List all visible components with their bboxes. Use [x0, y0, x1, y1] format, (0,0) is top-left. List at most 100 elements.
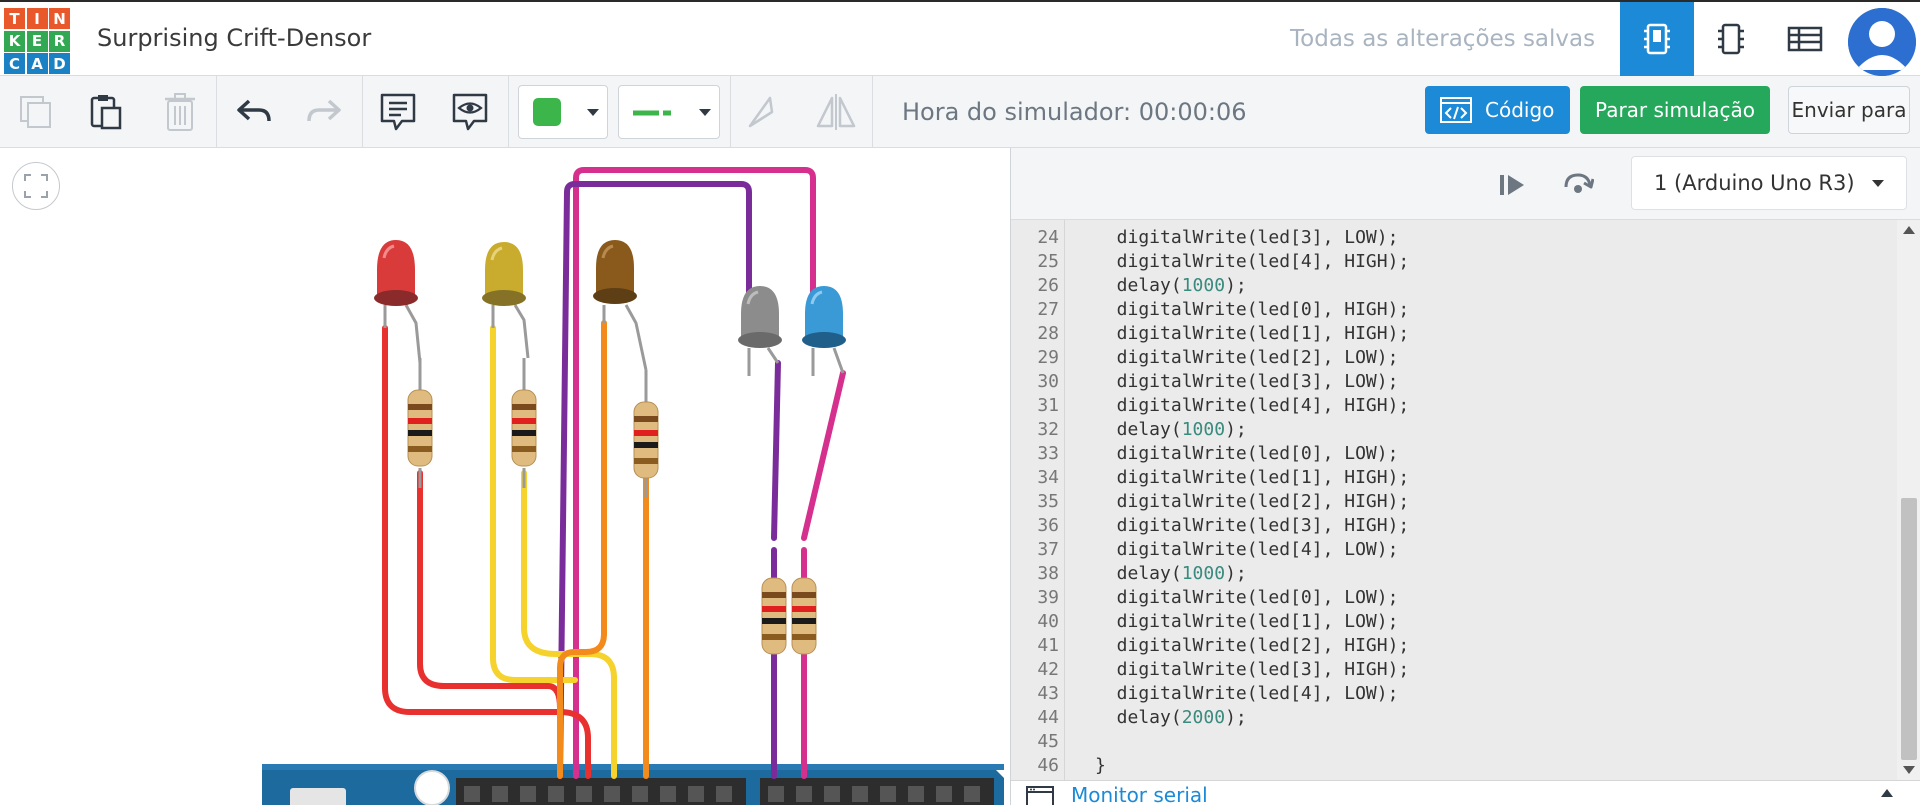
code-line[interactable]: 38 delay(1000);: [1011, 562, 1897, 586]
led-brown[interactable]: [593, 240, 637, 304]
redo-icon: [307, 99, 341, 122]
stop-simulation-button[interactable]: Parar simulação: [1580, 86, 1770, 134]
code-line[interactable]: 41 digitalWrite(led[2], HIGH);: [1011, 634, 1897, 658]
resistor-4[interactable]: [761, 577, 787, 655]
code-line[interactable]: 32 delay(1000);: [1011, 418, 1897, 442]
code-line[interactable]: 31 digitalWrite(led[4], HIGH);: [1011, 394, 1897, 418]
code-text: digitalWrite(led[3], HIGH);: [1095, 515, 1410, 536]
send-to-button[interactable]: Enviar para: [1788, 86, 1910, 134]
resistor-3[interactable]: [633, 401, 659, 479]
code-text: delay(1000);: [1095, 419, 1247, 440]
led-yellow[interactable]: [482, 242, 526, 306]
component-list-button[interactable]: [1768, 2, 1842, 76]
serial-monitor-bar[interactable]: Monitor serial: [1011, 780, 1920, 805]
delete-button[interactable]: [156, 88, 204, 136]
circuit-view-button[interactable]: [1620, 2, 1694, 76]
redo-button[interactable]: [300, 88, 348, 136]
code-editor[interactable]: 24 digitalWrite(led[3], LOW); 25 digitalW…: [1011, 220, 1897, 780]
code-text: digitalWrite(led[1], LOW);: [1095, 611, 1399, 632]
code-text: digitalWrite(led[4], LOW);: [1095, 683, 1399, 704]
code-line[interactable]: 35 digitalWrite(led[2], HIGH);: [1011, 490, 1897, 514]
code-line[interactable]: 26 delay(1000);: [1011, 274, 1897, 298]
code-line[interactable]: 42 digitalWrite(led[3], HIGH);: [1011, 658, 1897, 682]
number-literal: 1000: [1181, 275, 1226, 296]
mirror-button[interactable]: [812, 88, 860, 136]
code-line[interactable]: 27 digitalWrite(led[0], HIGH);: [1011, 298, 1897, 322]
code-button[interactable]: Código: [1425, 86, 1570, 134]
code-line[interactable]: 45: [1011, 730, 1897, 754]
led-gray[interactable]: [738, 286, 782, 348]
resistor-2[interactable]: [511, 389, 537, 467]
line-number: 27: [1037, 299, 1059, 320]
code-line[interactable]: 29 digitalWrite(led[2], LOW);: [1011, 346, 1897, 370]
chevron-up-icon: [1881, 789, 1893, 797]
color-picker[interactable]: [518, 85, 608, 139]
wire-yellow-res2[interactable]: [521, 470, 617, 779]
wire-type-icon: [633, 110, 671, 116]
code-line[interactable]: 44 delay(2000);: [1011, 706, 1897, 730]
code-line[interactable]: 36 digitalWrite(led[3], HIGH);: [1011, 514, 1897, 538]
step-icon: [1500, 175, 1524, 195]
line-number: 31: [1037, 395, 1059, 416]
line-number: 30: [1037, 371, 1059, 392]
board-select[interactable]: 1 (Arduino Uno R3): [1631, 156, 1907, 210]
number-literal: 2000: [1181, 707, 1226, 728]
flip-button[interactable]: [738, 88, 786, 136]
wire-purple-top[interactable]: [557, 181, 752, 779]
undo-icon: [237, 99, 271, 122]
arduino-board[interactable]: [262, 764, 1004, 805]
resistor-1[interactable]: [407, 389, 433, 467]
code-line[interactable]: 33 digitalWrite(led[0], LOW);: [1011, 442, 1897, 466]
wire-magenta-led5[interactable]: [801, 370, 846, 541]
code-text: digitalWrite(led[0], LOW);: [1095, 587, 1399, 608]
code-line[interactable]: 40 digitalWrite(led[1], LOW);: [1011, 610, 1897, 634]
code-text: digitalWrite(led[4], LOW);: [1095, 539, 1399, 560]
line-number: 26: [1037, 275, 1059, 296]
logo-letter: E: [26, 30, 48, 52]
line-number: 36: [1037, 515, 1059, 536]
line-number: 40: [1037, 611, 1059, 632]
resistor-5[interactable]: [791, 577, 817, 655]
chevron-down-icon: [1872, 180, 1884, 187]
code-line[interactable]: 34 digitalWrite(led[1], HIGH);: [1011, 466, 1897, 490]
avatar[interactable]: [1848, 8, 1916, 76]
code-line[interactable]: 30 digitalWrite(led[3], LOW);: [1011, 370, 1897, 394]
code-line[interactable]: 28 digitalWrite(led[1], HIGH);: [1011, 322, 1897, 346]
toggle-notes-icon: [452, 93, 488, 131]
code-line[interactable]: 24 digitalWrite(led[3], LOW);: [1011, 226, 1897, 250]
circuit-view-icon: [1644, 23, 1670, 55]
code-text: delay(1000);: [1095, 563, 1247, 584]
paste-button[interactable]: [82, 88, 130, 136]
code-scrollbar[interactable]: [1897, 220, 1920, 780]
code-line[interactable]: 25 digitalWrite(led[4], HIGH);: [1011, 250, 1897, 274]
tinkercad-logo[interactable]: TIN KER CAD: [4, 8, 70, 74]
code-text: digitalWrite(led[2], HIGH);: [1095, 635, 1410, 656]
undo-button[interactable]: [230, 88, 278, 136]
toggle-notes-button[interactable]: [446, 88, 494, 136]
logo-letter: N: [49, 8, 70, 29]
restart-icon: [1564, 173, 1594, 193]
code-button-label: Código: [1485, 98, 1555, 122]
copy-button[interactable]: [12, 88, 60, 136]
step-button[interactable]: [1489, 162, 1535, 208]
wire-purple-led4[interactable]: [771, 360, 781, 541]
code-line[interactable]: 37 digitalWrite(led[4], LOW);: [1011, 538, 1897, 562]
add-note-button[interactable]: [374, 88, 422, 136]
code-line[interactable]: 43 digitalWrite(led[4], LOW);: [1011, 682, 1897, 706]
code-line[interactable]: 39 digitalWrite(led[0], LOW);: [1011, 586, 1897, 610]
code-panel: 1 (Arduino Uno R3) 24 digitalWrite(led[3…: [1010, 148, 1920, 805]
line-number: 29: [1037, 347, 1059, 368]
circuit-canvas[interactable]: [0, 148, 1010, 805]
project-title[interactable]: Surprising Crift-Densor: [97, 24, 371, 52]
restart-button[interactable]: [1555, 162, 1601, 208]
code-editor-icon: [1440, 97, 1472, 123]
code-text: digitalWrite(led[3], LOW);: [1095, 371, 1399, 392]
scroll-thumb[interactable]: [1901, 498, 1917, 760]
led-blue[interactable]: [802, 286, 846, 348]
led-red[interactable]: [374, 240, 418, 306]
line-number: 44: [1037, 707, 1059, 728]
schematic-view-button[interactable]: [1694, 2, 1768, 76]
code-line[interactable]: 46}: [1011, 754, 1897, 778]
code-text: delay(2000);: [1095, 707, 1247, 728]
wire-type-picker[interactable]: [618, 85, 720, 139]
